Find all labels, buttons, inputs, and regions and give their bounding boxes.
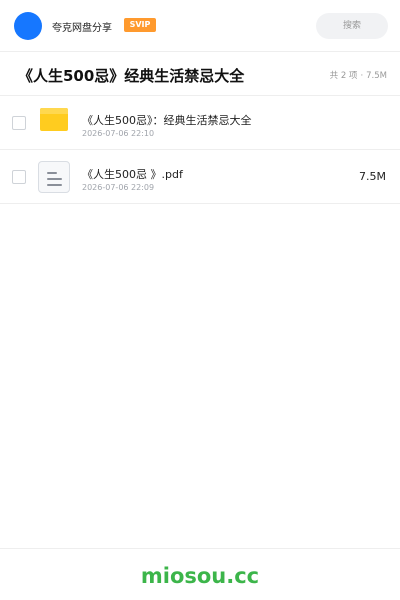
file-name[interactable]: 《人生500忌》：经典生活禁忌大全 <box>82 112 252 128</box>
document-icon <box>38 161 70 193</box>
file-row-folder[interactable]: 《人生500忌》：经典生活禁忌大全 2026-07-06 22:10 <box>0 96 400 150</box>
file-date: 2026-07-06 22:09 <box>82 183 155 192</box>
file-date: 2026-07-06 22:10 <box>82 129 155 138</box>
title-row: 《人生500忌》经典生活禁忌大全 共 2 项 · 7.5M <box>0 52 400 96</box>
footer: miosou.cc <box>0 548 400 600</box>
row-checkbox[interactable] <box>12 170 26 184</box>
page-title: 《人生500忌》经典生活禁忌大全 <box>18 67 245 85</box>
item-count: 共 2 项 <box>329 71 358 81</box>
vip-badge: SVIP <box>124 18 156 32</box>
avatar[interactable] <box>14 12 42 40</box>
header: 夸克网盘分享 SVIP 搜索 <box>0 0 400 52</box>
search-input[interactable]: 搜索 <box>316 13 388 39</box>
total-size: 7.5M <box>366 71 387 81</box>
user-name: 夸克网盘分享 <box>52 23 112 34</box>
share-page: 夸克网盘分享 SVIP 搜索 《人生500忌》经典生活禁忌大全 共 2 项 · 7.… <box>0 0 400 600</box>
file-size: 7.5M <box>359 170 386 183</box>
summary-separator: · <box>360 71 364 81</box>
file-name[interactable]: 《人生500忌 》.pdf <box>82 166 183 182</box>
file-row-pdf[interactable]: 《人生500忌 》.pdf 2026-07-06 22:09 7.5M <box>0 150 400 204</box>
file-summary: 共 2 项 · 7.5M <box>330 69 387 81</box>
watermark: miosou.cc <box>140 564 260 588</box>
row-checkbox[interactable] <box>12 116 26 130</box>
folder-icon <box>40 108 68 131</box>
